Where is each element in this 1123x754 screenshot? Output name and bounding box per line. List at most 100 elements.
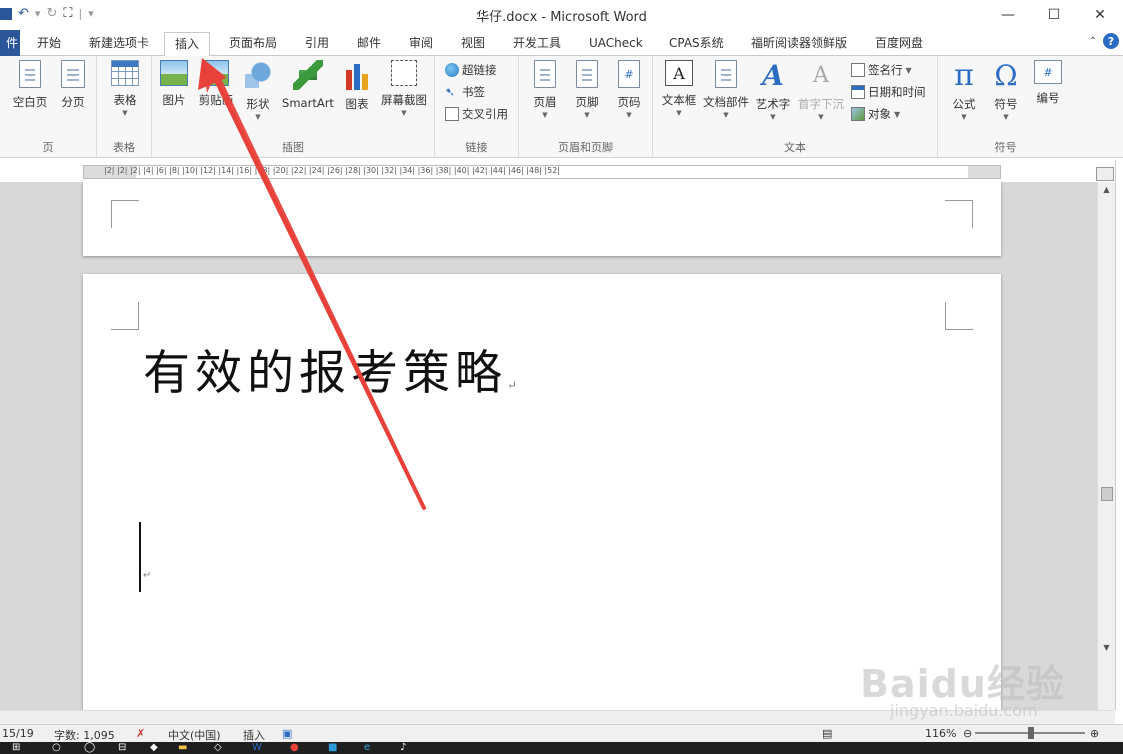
help-icon[interactable]: ? <box>1103 33 1119 49</box>
tab-cpas[interactable]: CPAS系统 <box>669 34 724 56</box>
omega-icon: Ω <box>994 58 1018 92</box>
tab-insert[interactable]: 插入 <box>164 32 211 57</box>
zoom-in-icon[interactable]: ⊕ <box>1090 727 1099 740</box>
browser-icon[interactable]: e <box>364 742 370 754</box>
task-view-icon[interactable]: ⊟ <box>118 742 126 754</box>
wordart-button[interactable]: A 艺术字 ▼ <box>753 59 793 122</box>
crossref-button[interactable]: 交叉引用 <box>445 106 508 122</box>
blank-page-button[interactable]: 空白页 <box>10 60 50 110</box>
zoom-out-icon[interactable]: ⊖ <box>963 727 972 740</box>
picture-button[interactable]: 图片 <box>158 60 190 108</box>
textbox-dropdown-icon: ▼ <box>676 109 682 117</box>
document-heading[interactable]: 有效的报考策略↵ <box>143 334 517 403</box>
tab-file[interactable]: 件 <box>0 30 20 56</box>
calendar-icon <box>851 85 865 99</box>
wordart-dropdown-icon: ▼ <box>770 113 776 121</box>
ribbon-tabs: 件 开始 新建选项卡 插入 页面布局 引用 邮件 审阅 视图 开发工具 UACh… <box>0 30 1123 57</box>
file-explorer-icon[interactable]: ▬ <box>178 742 187 754</box>
screenshot-button[interactable]: 屏幕截图 ▼ <box>378 60 430 118</box>
document-area[interactable]: 有效的报考策略↵ ↵ <box>0 182 1097 710</box>
clipart-button[interactable]: 剪贴画 <box>196 60 236 108</box>
cortana-icon[interactable]: ◯ <box>84 742 95 754</box>
tab-baidu-netdisk[interactable]: 百度网盘 <box>875 34 923 56</box>
vertical-scrollbar[interactable]: ▲ ▼ <box>1097 182 1115 710</box>
status-insert-mode[interactable]: 插入 <box>243 727 265 743</box>
page-number-dropdown-icon: ▼ <box>626 111 632 119</box>
status-zoom[interactable]: 116% <box>925 727 956 740</box>
window-title: 华仔.docx - Microsoft Word <box>476 10 647 25</box>
datetime-button[interactable]: 日期和时间 <box>851 84 926 100</box>
group-links: 超链接 ➷ 书签 交叉引用 链接 <box>435 56 519 158</box>
smartart-button[interactable]: SmartArt <box>280 60 336 110</box>
object-icon <box>851 107 865 121</box>
app-icon[interactable]: ◆ <box>150 742 158 754</box>
quickparts-icon <box>715 60 737 88</box>
chrome-icon[interactable]: ● <box>290 742 299 754</box>
app-icon[interactable]: ◇ <box>214 742 222 754</box>
table-button[interactable]: 表格 ▼ <box>105 60 145 118</box>
baidu-watermark: Baidu经验 jingyan.baidu.com <box>860 635 1070 725</box>
page-number-button[interactable]: # 页码 ▼ <box>611 60 647 120</box>
tab-references[interactable]: 引用 <box>305 34 329 56</box>
signature-icon <box>851 63 865 77</box>
close-icon[interactable]: ✕ <box>1077 0 1123 30</box>
page-break-button[interactable]: 分页 <box>55 60 91 110</box>
object-button[interactable]: 对象 ▼ <box>851 106 900 122</box>
table-dropdown-icon: ▼ <box>122 109 128 117</box>
app-icon[interactable]: ■ <box>328 742 337 754</box>
group-symbols: π 公式 ▼ Ω 符号 ▼ # 编号 符号 <box>938 56 1073 158</box>
macro-record-icon[interactable]: ▣ <box>282 727 292 740</box>
header-button[interactable]: 页眉 ▼ <box>527 60 563 120</box>
maximize-icon[interactable]: ☐ <box>1031 0 1077 30</box>
blank-page-icon <box>19 60 41 88</box>
scroll-thumb[interactable] <box>1101 487 1113 501</box>
ribbon-insert: 空白页 分页 页 表格 ▼ 表格 图片 剪贴画 形状 ▼ SmartArt 图表… <box>0 56 1123 158</box>
status-word-count[interactable]: 字数: 1,095 <box>54 727 115 743</box>
shapes-button[interactable]: 形状 ▼ <box>240 60 276 122</box>
tab-new[interactable]: 新建选项卡 <box>89 34 149 56</box>
textbox-button[interactable]: A 文本框 ▼ <box>658 60 700 118</box>
hyperlink-button[interactable]: 超链接 <box>445 62 497 78</box>
quickparts-button[interactable]: 文档部件 ▼ <box>701 60 751 120</box>
tab-developer[interactable]: 开发工具 <box>513 34 561 56</box>
screenshot-icon <box>391 60 417 86</box>
search-icon[interactable]: ○ <box>52 742 61 754</box>
word-app-icon[interactable]: W <box>252 742 262 754</box>
tab-uacheck[interactable]: UACheck <box>589 34 643 56</box>
ruler-right-margin <box>968 166 1000 178</box>
chart-button[interactable]: 图表 <box>340 60 374 112</box>
tab-view[interactable]: 视图 <box>461 34 485 56</box>
group-label-header-footer: 页眉和页脚 <box>558 141 613 154</box>
tab-review[interactable]: 审阅 <box>409 34 433 56</box>
status-page[interactable]: 15/19 <box>2 727 34 740</box>
footer-button[interactable]: 页脚 ▼ <box>569 60 605 120</box>
watermark-brand: Baidu经验 <box>860 662 1065 706</box>
app-icon[interactable]: ♪ <box>400 742 406 754</box>
bookmark-button[interactable]: ➷ 书签 <box>445 84 485 100</box>
symbol-button[interactable]: Ω 符号 ▼ <box>988 58 1024 122</box>
ruler-toggle-icon[interactable] <box>1096 167 1114 181</box>
equation-button[interactable]: π 公式 ▼ <box>946 58 982 122</box>
status-language[interactable]: 中文(中国) <box>168 727 221 743</box>
proofing-icon[interactable]: ✗ <box>136 727 145 740</box>
object-dropdown-icon: ▼ <box>894 109 901 119</box>
ribbon-collapse-icon[interactable]: ⌃ <box>1089 36 1097 47</box>
windows-start-icon[interactable]: ⊞ <box>12 742 20 754</box>
tab-foxit[interactable]: 福昕阅读器领鲜版 <box>751 34 847 56</box>
group-tables: 表格 ▼ 表格 <box>97 56 152 158</box>
symbol-dropdown-icon: ▼ <box>1003 113 1009 121</box>
tab-mailings[interactable]: 邮件 <box>357 34 381 56</box>
tab-home[interactable]: 开始 <box>37 34 61 56</box>
print-layout-icon[interactable]: ▤ <box>822 727 832 740</box>
status-bar: 15/19 字数: 1,095 ✗ 中文(中国) 插入 ▣ ▤ 116% ⊖ ⊕ <box>0 724 1123 742</box>
scroll-down-icon[interactable]: ▼ <box>1098 640 1115 656</box>
tab-page-layout[interactable]: 页面布局 <box>229 34 277 56</box>
numbering-button[interactable]: # 编号 <box>1030 60 1066 106</box>
minimize-icon[interactable]: — <box>985 0 1031 30</box>
signature-line-button[interactable]: 签名行 ▼ <box>851 62 912 78</box>
scroll-up-icon[interactable]: ▲ <box>1098 182 1115 198</box>
dropcap-button[interactable]: A 首字下沉 ▼ <box>795 60 847 122</box>
header-icon <box>534 60 556 88</box>
horizontal-ruler[interactable]: |2| |2| |2| |4| |6| |8| |10| |12| |14| |… <box>83 165 1001 179</box>
zoom-slider-thumb[interactable] <box>1028 727 1034 739</box>
